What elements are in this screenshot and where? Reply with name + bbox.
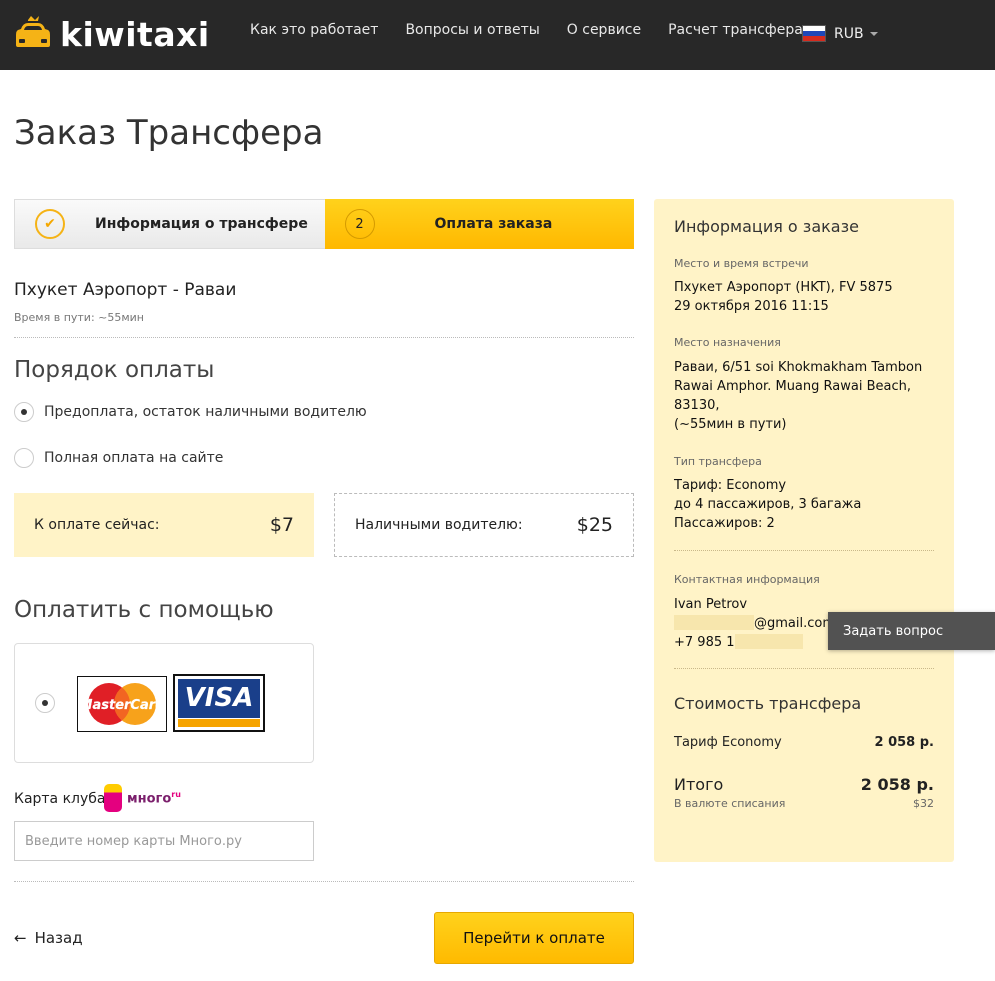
caret-down-icon [869,31,878,36]
route-travel-time: Время в пути: ~55мин [14,311,145,324]
redacted-mask [734,634,803,649]
order-summary-title: Информация о заказе [674,217,859,236]
total-price: 2 058 р. [860,775,934,794]
radio-selected[interactable] [14,402,34,422]
contact-label: Контактная информация [674,573,820,586]
destination-line: 83130, [674,398,720,413]
currency-selector[interactable]: RUB [802,25,878,42]
meeting-label: Место и время встречи [674,257,809,270]
passengers-line: Пассажиров: 2 [674,516,775,531]
pay-cash-box: Наличными водителю: $25 [334,493,634,557]
back-link[interactable]: ← Назад [14,929,83,947]
divider [14,881,634,882]
pay-now-label: К оплате сейчас: [34,517,160,533]
tariff-label: Тариф Economy [674,735,782,750]
mnogo-text: многоru [127,789,181,807]
pay-with-title: Оплатить с помощью [14,597,274,623]
order-summary-panel: Информация о заказе Место и время встреч… [654,199,954,862]
destination-line: Раваи, 6/51 soi Khokmakham Tambon [674,360,923,375]
mastercard-logo: MasterCard [77,676,167,732]
club-card-input[interactable] [14,821,314,861]
transfer-type-label: Тип трансфера [674,455,762,468]
back-label: Назад [34,929,83,947]
brand-name: kiwitaxi [60,14,210,54]
pay-cash-label: Наличными водителю: [355,517,523,533]
kiwitaxi-logo[interactable]: kiwitaxi [14,14,210,54]
svg-text:MasterCard: MasterCard [80,698,166,713]
check-icon: ✔ [35,209,65,239]
capacity-line: до 4 пассажиров, 3 багажа [674,497,862,512]
divider [14,337,634,338]
card-payment-option[interactable]: MasterCard VISA [14,643,314,763]
payment-order-title: Порядок оплаты [14,357,215,383]
pay-cash-amount: $25 [576,514,613,536]
pay-now-amount: $7 [269,514,294,536]
cost-title: Стоимость трансфера [674,694,862,713]
charge-currency-label: В валюте списания [674,797,786,810]
radio-unselected[interactable] [14,448,34,468]
destination-line: Rawai Amphor. Muang Rawai Beach, [674,379,911,394]
russia-flag-icon [802,25,826,42]
total-row: Итого 2 058 р. [674,775,934,794]
top-navbar: kiwitaxi Как это работает Вопросы и отве… [0,0,995,70]
currency-code: RUB [834,25,864,42]
step-number: 2 [344,209,375,239]
pay-now-box: К оплате сейчас: $7 [14,493,314,557]
divider [674,668,934,669]
full-pay-option[interactable]: Полная оплата на сайте [14,448,223,468]
arrow-left-icon: ← [14,929,27,947]
destination-duration: (~55мин в пути) [674,417,787,432]
total-label: Итого [674,775,724,794]
ask-question-button[interactable]: Задать вопрос [828,612,995,650]
charge-currency-value: $32 [913,797,934,810]
tariff-row: Тариф Economy 2 058 р. [674,735,934,750]
prepay-option-label: Предоплата, остаток наличными водителю [44,404,367,420]
prepay-option[interactable]: Предоплата, остаток наличными водителю [14,402,367,422]
step-label: Информация о трансфере [95,216,308,232]
divider [674,550,934,551]
mnogo-logo: многоru [104,784,181,812]
step-payment: 2 Оплата заказа [324,199,634,249]
mnogo-icon [104,784,122,812]
destination-label: Место назначения [674,336,781,349]
nav-about[interactable]: О сервисе [567,22,641,38]
route-title: Пхукет Аэропорт - Раваи [14,280,237,300]
tariff-line: Тариф: Economy [674,478,787,493]
nav-faq[interactable]: Вопросы и ответы [405,22,539,38]
visa-logo: VISA [173,674,265,732]
full-pay-option-label: Полная оплата на сайте [44,450,224,466]
radio-selected[interactable] [35,693,55,713]
step-label: Оплата заказа [434,216,553,232]
nav-calculate[interactable]: Расчет трансфера [668,22,803,38]
checkout-steps: ✔ Информация о трансфере 2 Оплата заказа [14,199,634,249]
redacted-mask [674,615,754,630]
nav-how-it-works[interactable]: Как это работает [250,22,378,38]
meeting-time: 29 октября 2016 11:15 [674,299,829,314]
club-card-label: Карта клуба [14,791,106,807]
meeting-place: Пхукет Аэропорт (HKT), FV 5875 [674,280,893,295]
page-title: Заказ Трансфера [14,113,324,153]
main-nav: Как это работает Вопросы и ответы О серв… [250,22,830,38]
step-transfer-info[interactable]: ✔ Информация о трансфере [14,199,325,249]
proceed-to-payment-button[interactable]: Перейти к оплате [434,912,634,964]
charge-currency-row: В валюте списания $32 [674,797,934,810]
tariff-price: 2 058 р. [874,735,934,750]
taxi-icon [14,15,52,53]
